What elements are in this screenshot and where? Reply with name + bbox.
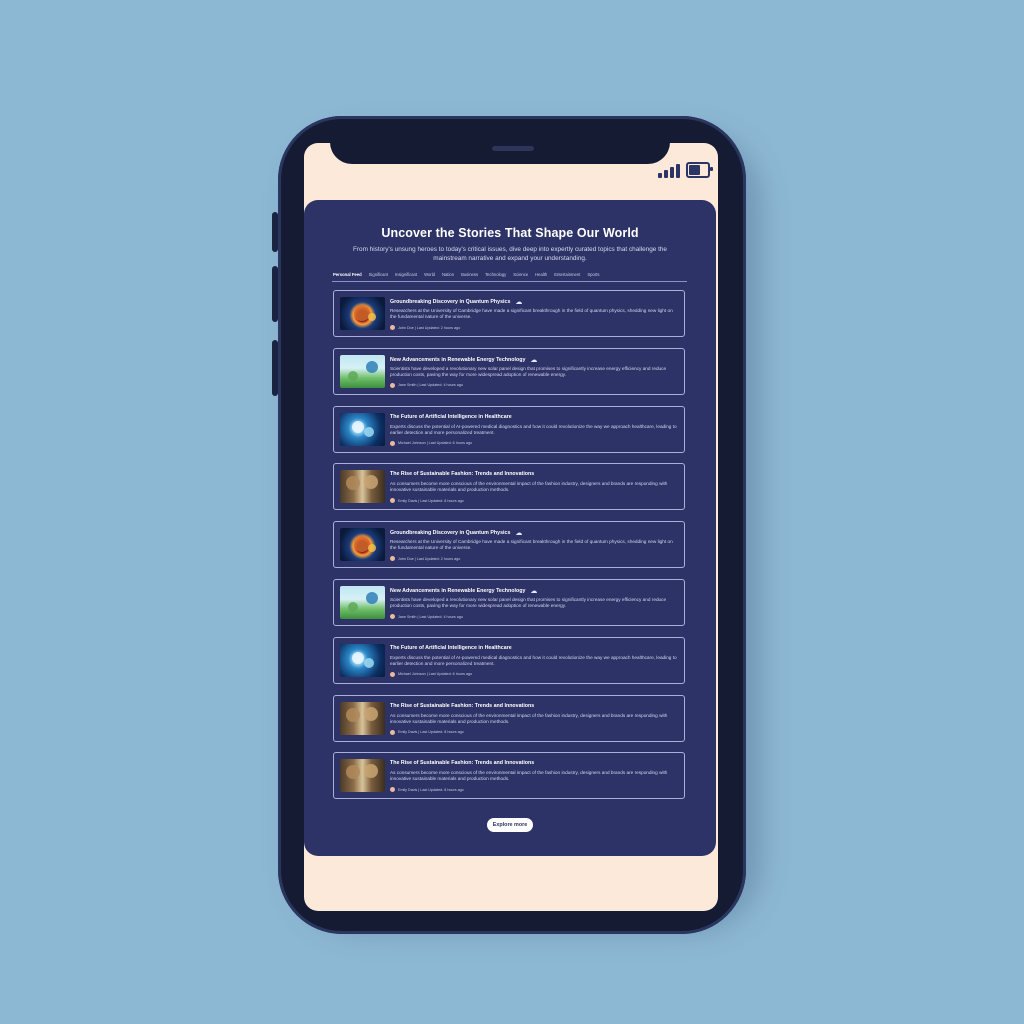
tab-entertainment[interactable]: Entertainment [554, 272, 580, 277]
article-thumbnail [340, 701, 385, 735]
author-avatar [390, 556, 395, 562]
article-meta: Michael Johnson | Last Updated: 6 hours … [390, 671, 473, 677]
tab-nation[interactable]: Nation [442, 272, 454, 277]
author-avatar [390, 382, 395, 388]
article-title[interactable]: The Rise of Sustainable Fashion: Trends … [390, 760, 534, 766]
drop-icon: ☁ [515, 299, 523, 306]
article-description: As consumers become more conscious of th… [390, 770, 668, 782]
article-title-text: New Advancements in Renewable Energy Tec… [390, 588, 526, 594]
tabs-divider [332, 281, 687, 282]
author-avatar [390, 671, 395, 677]
signal-bars-icon [658, 164, 680, 178]
article-title[interactable]: New Advancements in Renewable Energy Tec… [390, 587, 537, 595]
article-description: Scientists have developed a revolutionar… [390, 597, 667, 608]
phone-notch [330, 126, 670, 164]
article-thumbnail [340, 297, 385, 330]
tab-business[interactable]: Business [461, 272, 478, 277]
author-avatar [390, 498, 395, 504]
speaker-grille [492, 146, 534, 151]
article-description: Researchers at the University of Cambrid… [390, 308, 673, 319]
article-title-text: Groundbreaking Discovery in Quantum Phys… [390, 530, 511, 537]
article-meta: Emily Davis | Last Updated: 8 hours ago [390, 787, 464, 793]
article-title-text: The Rise of Sustainable Fashion: Trends … [390, 702, 535, 709]
article-title-text: New Advancements in Renewable Energy Tec… [390, 356, 526, 363]
article-meta-text: John Doe | Last Updated: 2 hours ago [398, 556, 461, 561]
article-thumbnail [340, 759, 385, 793]
tab-significant[interactable]: Significant [369, 272, 388, 277]
article-meta-text: Emily Davis | Last Updated: 8 hours ago [398, 730, 464, 735]
article-meta: Emily Davis | Last Updated: 8 hours ago [390, 729, 464, 735]
article-thumbnail [340, 412, 385, 446]
article-meta-text: Jane Smith | Last Updated: 4 hours ago [398, 383, 463, 388]
tab-science[interactable]: Science [513, 272, 528, 277]
tab-sports[interactable]: Sports [587, 272, 599, 277]
article-meta: Jane Smith | Last Updated: 4 hours ago [390, 614, 463, 619]
article-card[interactable]: The Future of Artificial Intelligence in… [333, 405, 685, 453]
article-meta-text: John Doe | Last Updated: 2 hours ago [398, 325, 461, 330]
article-thumbnail [340, 643, 385, 677]
author-avatar [390, 614, 395, 619]
article-title[interactable]: Groundbreaking Discovery in Quantum Phys… [390, 529, 522, 537]
article-meta: Jane Smith | Last Updated: 4 hours ago [390, 382, 463, 388]
article-description: Experts discuss the potential of AI-powe… [390, 423, 677, 435]
author-avatar [390, 325, 395, 330]
article-title-text: The Rise of Sustainable Fashion: Trends … [390, 471, 535, 478]
tab-insignificant[interactable]: Insignificant [395, 272, 417, 277]
article-title[interactable]: New Advancements in Renewable Energy Tec… [390, 356, 537, 364]
article-card[interactable]: New Advancements in Renewable Energy Tec… [333, 579, 685, 626]
article-meta-text: Jane Smith | Last Updated: 4 hours ago [398, 614, 463, 619]
article-card[interactable]: Groundbreaking Discovery in Quantum Phys… [333, 521, 685, 569]
article-title[interactable]: Groundbreaking Discovery in Quantum Phys… [390, 298, 522, 306]
article-thumbnail [340, 354, 385, 388]
article-meta-text: Emily Davis | Last Updated: 8 hours ago [398, 787, 464, 792]
article-meta: John Doe | Last Updated: 2 hours ago [390, 325, 460, 330]
article-thumbnail [340, 528, 385, 562]
article-card[interactable]: The Future of Artificial Intelligence in… [333, 636, 685, 684]
article-meta: John Doe | Last Updated: 2 hours ago [390, 556, 461, 562]
article-description: Scientists have developed a revolutionar… [390, 365, 667, 377]
battery-icon [686, 162, 713, 178]
article-title-text: The Future of Artificial Intelligence in… [390, 413, 512, 420]
article-card[interactable]: The Rise of Sustainable Fashion: Trends … [333, 463, 685, 511]
explore-more-button[interactable]: Explore more [487, 818, 533, 832]
author-avatar [390, 729, 395, 735]
article-title[interactable]: The Rise of Sustainable Fashion: Trends … [390, 471, 534, 477]
page-title: Uncover the Stories That Shape Our World [381, 226, 639, 240]
article-meta-text: Michael Johnson | Last Updated: 6 hours … [398, 672, 473, 677]
article-title-text: Groundbreaking Discovery in Quantum Phys… [390, 299, 511, 305]
article-card[interactable]: Groundbreaking Discovery in Quantum Phys… [333, 290, 685, 337]
article-description: Experts discuss the potential of AI-powe… [390, 654, 677, 666]
article-description: As consumers become more conscious of th… [390, 712, 668, 724]
drop-icon: ☁ [530, 356, 538, 364]
news-panel: Uncover the Stories That Shape Our World… [304, 200, 716, 856]
tab-personal-feed[interactable]: Personal Feed [333, 272, 362, 277]
article-meta-text: Michael Johnson | Last Updated: 6 hours … [398, 441, 473, 446]
article-title[interactable]: The Future of Artificial Intelligence in… [390, 414, 512, 420]
article-title-text: The Rise of Sustainable Fashion: Trends … [390, 760, 535, 767]
tab-technology[interactable]: Technology [485, 272, 506, 277]
article-card[interactable]: New Advancements in Renewable Energy Tec… [333, 347, 685, 395]
article-title-text: The Future of Artificial Intelligence in… [390, 644, 512, 651]
page-subtitle: From history's unsung heroes to today's … [353, 246, 667, 262]
tab-health[interactable]: Health [535, 272, 547, 277]
article-meta: Emily Davis | Last Updated: 8 hours ago [390, 498, 464, 504]
drop-icon: ☁ [515, 530, 523, 538]
article-thumbnail [340, 586, 385, 619]
article-meta-text: Emily Davis | Last Updated: 8 hours ago [398, 498, 464, 503]
author-avatar [390, 440, 395, 446]
drop-icon: ☁ [530, 588, 538, 595]
status-bar [658, 162, 713, 178]
category-tabs: Personal Feed Significant Insignificant Wor… [333, 272, 687, 277]
tab-world[interactable]: World [424, 272, 435, 277]
article-thumbnail [340, 470, 385, 504]
article-title[interactable]: The Future of Artificial Intelligence in… [390, 645, 512, 651]
article-card[interactable]: The Rise of Sustainable Fashion: Trends … [333, 694, 685, 742]
author-avatar [390, 787, 395, 793]
article-meta: Michael Johnson | Last Updated: 6 hours … [390, 440, 473, 446]
article-description: As consumers become more conscious of th… [390, 481, 668, 493]
article-card[interactable]: The Rise of Sustainable Fashion: Trends … [333, 752, 685, 800]
article-title[interactable]: The Rise of Sustainable Fashion: Trends … [390, 703, 534, 709]
article-description: Researchers at the University of Cambrid… [390, 539, 673, 551]
